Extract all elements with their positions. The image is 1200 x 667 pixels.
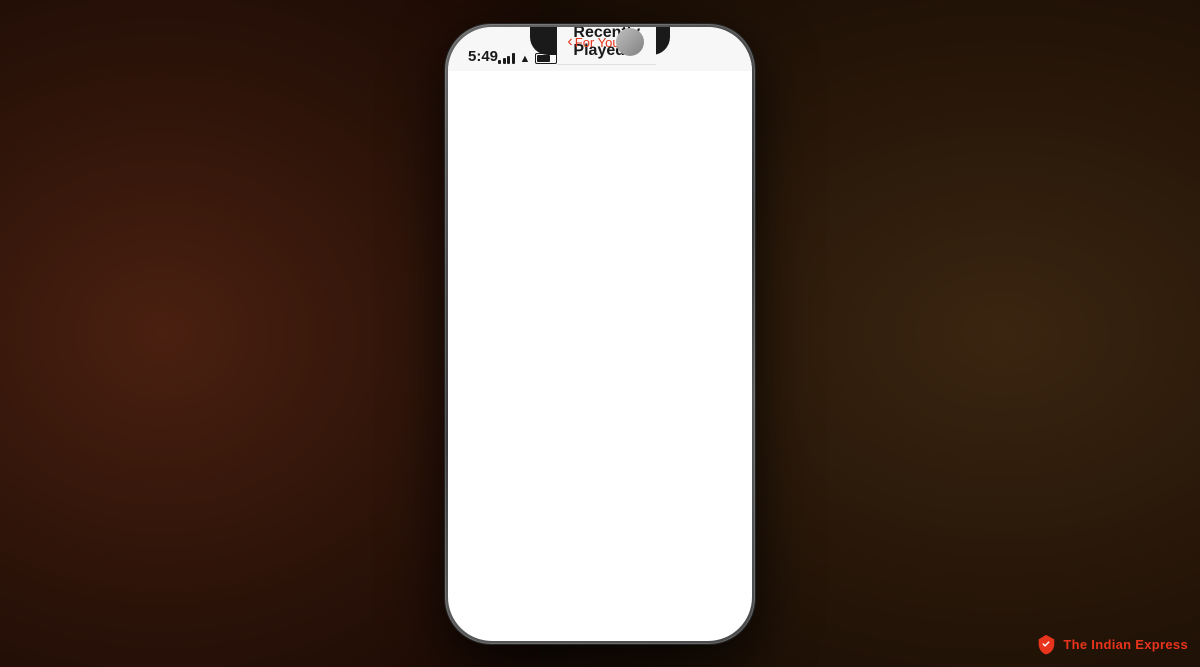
phone-screen: 5:49 ▲ ‹ For	[448, 27, 752, 641]
watermark-text: The Indian Express	[1063, 637, 1188, 652]
back-button[interactable]: ‹ For You	[567, 33, 619, 51]
back-label[interactable]: For You	[575, 35, 620, 50]
watermark: The Indian Express	[1035, 633, 1188, 655]
signal-bar-4	[512, 53, 515, 64]
wifi-icon: ▲	[520, 53, 531, 65]
phone-outer-shell: 5:49 ▲ ‹ For	[445, 24, 755, 644]
navigation-bar: ‹ For You Recently Played	[557, 27, 656, 65]
back-chevron-icon: ‹	[567, 33, 572, 51]
phone-device: 5:49 ▲ ‹ For	[445, 24, 755, 644]
status-icons: ▲	[498, 53, 557, 65]
battery-icon	[535, 53, 557, 64]
user-avatar[interactable]	[616, 28, 644, 56]
status-time: 5:49	[468, 48, 498, 65]
status-bar: 5:49 ▲ ‹ For	[448, 27, 752, 71]
watermark-brand: The Indian	[1063, 637, 1131, 652]
signal-bar-1	[498, 60, 501, 64]
battery-fill	[537, 55, 550, 62]
signal-bar-3	[507, 56, 510, 64]
signal-icon	[498, 53, 515, 64]
signal-bar-2	[503, 58, 506, 64]
watermark-brand2: Express	[1135, 637, 1188, 652]
